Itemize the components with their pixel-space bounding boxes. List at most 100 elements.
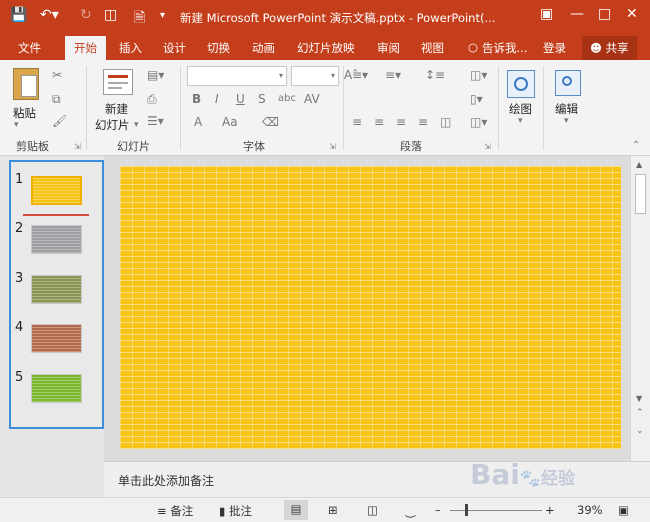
tab-transitions[interactable]: 切换 <box>207 40 230 56</box>
bullets-icon[interactable]: ≡▾ <box>352 68 368 82</box>
tab-insert[interactable]: 插入 <box>119 40 142 56</box>
layout-icon[interactable]: ▤▾ <box>147 68 164 82</box>
tab-slideshow[interactable]: 幻灯片放映 <box>297 40 355 56</box>
new-slide-dropdown-icon[interactable]: ▾ <box>134 120 139 130</box>
justify-icon[interactable]: ≡ <box>418 115 428 129</box>
ribbon-display-icon[interactable]: ▣ <box>540 6 553 22</box>
minimize-icon[interactable]: — <box>570 6 584 22</box>
format-painter-icon[interactable]: 🖌 <box>52 114 67 128</box>
section-icon[interactable]: ☰▾ <box>147 114 164 128</box>
align-left-icon[interactable]: ≡ <box>352 115 362 129</box>
new-slide-icon[interactable] <box>103 69 133 95</box>
tab-view[interactable]: 视图 <box>421 40 444 56</box>
start-from-beginning-icon[interactable]: ◫ <box>104 7 117 23</box>
save-icon[interactable]: 💾 <box>10 7 27 23</box>
zoom-level[interactable]: 39% <box>577 503 603 517</box>
bold-button[interactable]: B <box>192 92 201 106</box>
thumbnail-number-2: 2 <box>15 221 24 236</box>
editing-dropdown-icon[interactable]: ▾ <box>564 116 569 126</box>
zoom-slider-thumb[interactable] <box>465 504 468 516</box>
collapse-ribbon-icon[interactable]: ⌃ <box>632 140 640 151</box>
normal-view-icon[interactable]: ▤ <box>284 500 308 520</box>
cut-icon[interactable]: ✂ <box>52 68 62 82</box>
strikethrough-button[interactable]: abc <box>278 93 296 104</box>
reset-icon[interactable]: ⎙ <box>147 92 157 107</box>
drawing-button[interactable]: 绘图 <box>509 101 532 117</box>
notes-toggle[interactable]: ≡ 备注 <box>157 503 193 519</box>
clear-format-icon[interactable]: ⌫ <box>262 115 279 129</box>
ribbon: 粘贴 ▾ ✂ ⧉ 🖌 剪贴板 ⇲ 新建 幻灯片 ▾ ▤▾ ⎙ ☰▾ 幻灯片 ▾ … <box>0 60 650 156</box>
scroll-down-icon[interactable]: ▼ <box>636 394 642 403</box>
share-label: 共享 <box>605 41 629 55</box>
editing-button[interactable]: 编辑 <box>555 101 578 117</box>
line-spacing-icon[interactable]: ↕≡ <box>425 68 445 82</box>
font-launcher-icon[interactable]: ⇲ <box>329 142 336 151</box>
font-size-combo[interactable]: ▾ <box>291 66 339 86</box>
zoom-out-button[interactable]: – <box>435 503 441 517</box>
new-slide-label-2[interactable]: 幻灯片 <box>95 117 130 133</box>
slide-thumbnail-3[interactable] <box>31 275 82 304</box>
chevron-down-icon: ▾ <box>278 71 283 80</box>
baidu-watermark: Bai🐾经验 <box>470 458 576 491</box>
font-color-button[interactable]: A <box>194 115 202 129</box>
ribbon-tabs: 文件 开始 插入 设计 切换 动画 幻灯片放映 审阅 视图 ○ 告诉我... 登… <box>0 34 650 60</box>
share-button[interactable]: ☻ 共享 <box>582 36 637 60</box>
paste-button[interactable]: 粘贴 <box>13 105 36 121</box>
tab-home[interactable]: 开始 <box>65 36 106 60</box>
tab-file[interactable]: 文件 <box>18 40 41 56</box>
align-right-icon[interactable]: ≡ <box>396 115 406 129</box>
paragraph-launcher-icon[interactable]: ⇲ <box>484 142 491 151</box>
scroll-thumb[interactable] <box>635 174 646 214</box>
next-slide-icon[interactable]: ⌄ <box>636 426 644 436</box>
character-spacing-button[interactable]: AV <box>304 92 320 106</box>
find-icon[interactable] <box>555 70 581 96</box>
previous-slide-icon[interactable]: ⌃ <box>636 408 644 418</box>
zoom-in-button[interactable]: + <box>545 503 555 517</box>
new-slide-label-1[interactable]: 新建 <box>105 101 128 117</box>
reading-view-icon[interactable]: ◫ <box>367 503 378 517</box>
font-name-combo[interactable]: ▾ <box>187 66 287 86</box>
close-icon[interactable]: ✕ <box>626 6 638 22</box>
title-bar: 💾 ↶▾ ↻ ◫ 🗎 ▾ 新建 Microsoft PowerPoint 演示文… <box>0 0 650 34</box>
change-case-button[interactable]: Aa <box>222 115 238 129</box>
current-slide[interactable] <box>120 166 621 449</box>
shapes-icon[interactable] <box>507 70 535 98</box>
columns-icon[interactable]: ◫ <box>440 115 451 129</box>
tab-design[interactable]: 设计 <box>163 40 186 56</box>
copy-icon[interactable]: ⧉ <box>52 92 61 107</box>
clipboard-launcher-icon[interactable]: ⇲ <box>74 142 81 151</box>
numbering-icon[interactable]: ≡▾ <box>385 68 401 82</box>
redo-icon[interactable]: ↻ <box>80 7 92 23</box>
align-text-icon[interactable]: ▯▾ <box>470 92 483 106</box>
drawing-dropdown-icon[interactable]: ▾ <box>518 116 523 126</box>
zoom-slider[interactable] <box>450 510 542 511</box>
slideshow-icon[interactable]: ⏝ <box>405 503 416 518</box>
smartart-icon[interactable]: ◫▾ <box>470 115 487 129</box>
slide-thumbnail-1[interactable] <box>31 176 82 205</box>
undo-icon[interactable]: ↶▾ <box>40 7 59 23</box>
italic-button[interactable]: I <box>215 92 219 106</box>
login-link[interactable]: 登录 <box>543 40 566 56</box>
scroll-up-icon[interactable]: ▲ <box>636 160 642 169</box>
paste-dropdown-icon[interactable]: ▾ <box>14 120 19 130</box>
slide-thumbnail-5[interactable] <box>31 374 82 403</box>
shadow-button[interactable]: S <box>258 92 266 106</box>
slide-thumbnail-4[interactable] <box>31 324 82 353</box>
tab-review[interactable]: 审阅 <box>377 40 400 56</box>
slide-sorter-icon[interactable]: ⊞ <box>328 503 338 517</box>
align-center-icon[interactable]: ≡ <box>374 115 384 129</box>
new-document-icon[interactable]: 🗎 <box>134 7 145 31</box>
maximize-icon[interactable]: □ <box>598 6 611 22</box>
tab-animations[interactable]: 动画 <box>252 40 275 56</box>
paste-icon[interactable] <box>13 68 39 100</box>
clipboard-group-label: 剪贴板 <box>16 140 49 153</box>
tell-me-input[interactable]: 告诉我... <box>482 40 527 56</box>
slide-thumbnail-2[interactable] <box>31 225 82 254</box>
customize-quick-access-icon[interactable]: ▾ <box>160 10 165 21</box>
underline-button[interactable]: U <box>236 92 245 106</box>
slide-editor <box>104 156 630 461</box>
text-direction-icon[interactable]: ◫▾ <box>470 68 487 82</box>
vertical-scrollbar[interactable]: ▲ ▼ ⌃ ⌄ <box>630 156 650 461</box>
comments-toggle[interactable]: ▮ 批注 <box>219 503 252 519</box>
fit-to-window-icon[interactable]: ▣ <box>618 503 629 517</box>
